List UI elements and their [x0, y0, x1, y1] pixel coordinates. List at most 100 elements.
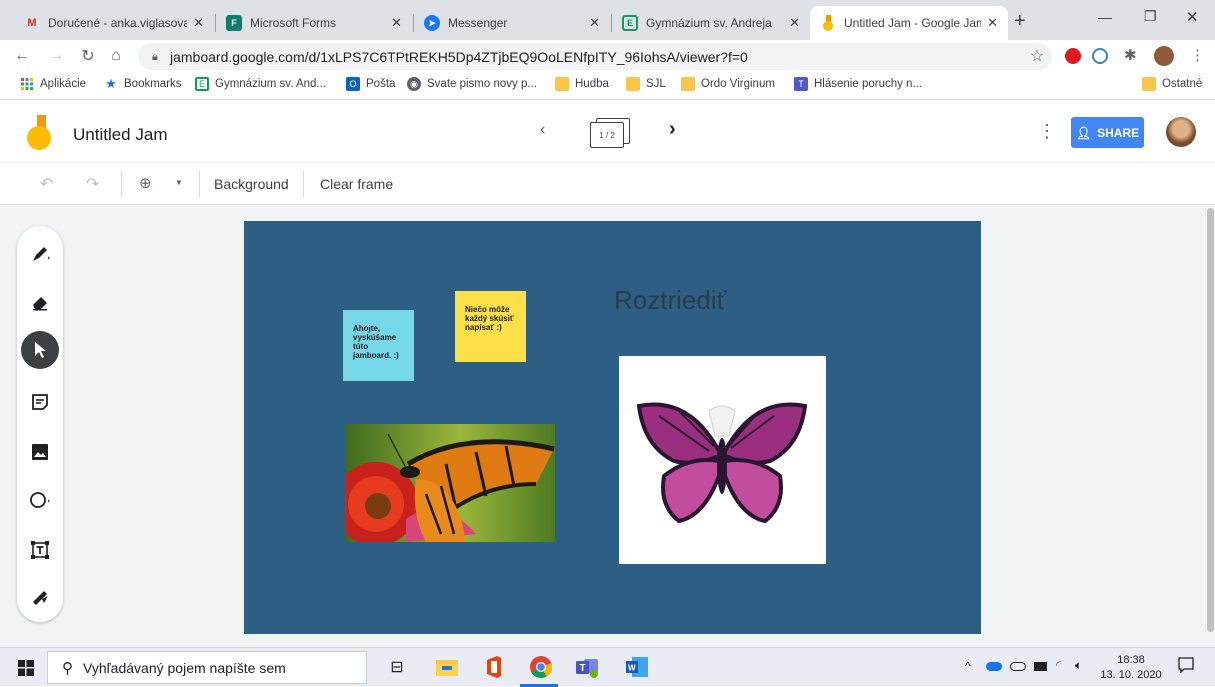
close-icon[interactable]: ✕ [391, 15, 402, 31]
undo-icon[interactable]: ↶ [40, 174, 53, 194]
opera-extension-icon[interactable] [1065, 48, 1081, 64]
select-tool[interactable] [21, 331, 59, 369]
next-frame-icon[interactable]: › [669, 118, 676, 141]
windows-taskbar: ⚲ Vyhľadávaný pojem napíšte sem ⊟ T W ^ … [0, 647, 1215, 687]
clock-time[interactable]: 18:38 [1101, 654, 1161, 666]
monarch-butterfly-image[interactable] [346, 424, 555, 542]
close-icon[interactable]: ✕ [589, 15, 600, 31]
bookmark-hudba[interactable]: Hudba [555, 77, 609, 91]
window-close-icon[interactable]: ✕ [1186, 8, 1199, 26]
home-icon[interactable]: ⌂ [104, 44, 128, 68]
sticky-note-tool[interactable] [21, 383, 59, 421]
tool-palette [17, 226, 63, 622]
eraser-tool[interactable] [21, 283, 59, 321]
redo-icon[interactable]: ↷ [86, 174, 99, 194]
sticky-note-yellow[interactable]: Niečo môže každý skúsiť napísať :) [455, 291, 526, 362]
word-icon[interactable]: W [624, 654, 650, 680]
folder-icon [681, 77, 695, 91]
tab-title: Microsoft Forms [250, 16, 337, 30]
pen-tool[interactable] [21, 235, 59, 273]
bookmark-hlasenie[interactable]: T Hlásenie poruchy n... [794, 77, 922, 91]
close-icon[interactable]: ✕ [193, 15, 204, 31]
pen-icon [33, 247, 50, 261]
clock-date[interactable]: 13. 10. 2020 [1098, 669, 1164, 681]
chevron-down-icon[interactable]: ▼ [175, 178, 183, 187]
tab-messenger[interactable]: ➤ Messenger ✕ [414, 6, 610, 40]
new-tab-button[interactable]: + [1014, 10, 1026, 33]
star-icon: ★ [105, 76, 117, 91]
minimize-icon[interactable]: — [1098, 9, 1112, 25]
close-icon[interactable]: ✕ [789, 15, 800, 31]
teams-icon[interactable]: T [575, 654, 601, 680]
file-explorer-icon[interactable] [434, 654, 460, 680]
office-icon[interactable] [481, 654, 507, 680]
windows-start-icon[interactable] [18, 660, 34, 681]
more-options-icon[interactable]: ⋮ [1038, 121, 1056, 142]
url-field[interactable]: 🔒︎ jamboard.google.com/d/1xLPS7C6TPtREKH… [138, 43, 1052, 70]
onedrive-icon[interactable] [986, 662, 1002, 671]
svg-text:T: T [580, 663, 586, 674]
bookmark-posta[interactable]: O Pošta [346, 77, 395, 91]
account-avatar[interactable] [1166, 117, 1196, 147]
reload-icon[interactable]: ↻ [76, 44, 100, 68]
tab-edupage[interactable]: E Gymnázium sv. Andreja ✕ [612, 6, 810, 40]
prev-frame-icon[interactable]: ‹ [540, 121, 545, 139]
url-text: jamboard.google.com/d/1xLPS7C6TPtREKH5Dp… [170, 48, 748, 65]
extensions-puzzle-icon[interactable]: ✱ [1124, 46, 1137, 64]
jam-toolbar: ↶ ↷ ⊕ ▼ Background Clear frame [0, 163, 1215, 205]
eraser-icon [33, 297, 47, 311]
search-icon: ⚲ [62, 659, 73, 677]
cursor-arrow-icon [35, 342, 46, 358]
bookmark-star-icon[interactable]: ☆ [1025, 44, 1049, 68]
bookmark-svate-pismo[interactable]: ◉ Svate pismo novy p... [407, 77, 537, 91]
tab-jamboard[interactable]: Untitled Jam - Google Jamboard ✕ [810, 6, 1008, 40]
browser-menu-icon[interactable]: ⋮ [1190, 46, 1205, 64]
restore-icon[interactable]: ❐ [1144, 8, 1157, 25]
taskbar-search[interactable]: ⚲ Vyhľadávaný pojem napíšte sem [47, 651, 367, 684]
pink-butterfly-image[interactable] [619, 356, 826, 564]
profile-avatar[interactable] [1154, 46, 1174, 66]
canvas-heading[interactable]: Roztriediť [614, 285, 726, 316]
notification-icon[interactable] [1178, 657, 1194, 678]
back-icon[interactable]: ← [10, 44, 34, 68]
bookmark-label: Gymnázium sv. And... [215, 78, 326, 90]
laser-tool[interactable] [21, 579, 59, 617]
frame-bar-button[interactable]: 1 / 2 [590, 118, 630, 148]
bookmark-label: Bookmarks [124, 78, 182, 90]
bookmark-label: Hlásenie poruchy n... [814, 78, 923, 90]
extension-icon[interactable] [1092, 48, 1108, 64]
chrome-icon[interactable] [528, 654, 554, 680]
bookmarks-bar: Aplikácie ★ Bookmarks E Gymnázium sv. An… [0, 72, 1215, 100]
bookmark-ordo-virginum[interactable]: Ordo Virginum [681, 77, 775, 91]
shape-tool[interactable] [21, 481, 59, 519]
sticky-note-blue[interactable]: Ahojte, vyskúšame túto jamboard. :) [343, 310, 414, 381]
bookmark-gymnazium[interactable]: E Gymnázium sv. And... [195, 77, 326, 91]
image-icon [32, 444, 48, 460]
task-view-icon[interactable]: ⊟ [384, 654, 410, 680]
bookmark-apps[interactable]: Aplikácie [20, 77, 86, 91]
clear-frame-button[interactable]: Clear frame [320, 176, 393, 192]
jam-title[interactable]: Untitled Jam [73, 125, 167, 145]
bookmark-bookmarks[interactable]: ★ Bookmarks [104, 76, 182, 91]
frame-counter: 1 / 2 [590, 122, 624, 148]
close-icon[interactable]: ✕ [987, 15, 998, 31]
jam-canvas[interactable]: Roztriediť Ahojte, vyskúšame túto jamboa… [244, 221, 981, 634]
share-button[interactable]: 👤︎ SHARE [1071, 117, 1144, 148]
background-button[interactable]: Background [214, 176, 289, 192]
cloud-icon[interactable] [1010, 662, 1026, 671]
chevron-up-icon[interactable]: ^ [965, 659, 971, 673]
gmail-icon: M [27, 17, 37, 29]
tab-gmail[interactable]: M Doručené - anka.viglasova@ ✕ [14, 6, 214, 40]
volume-icon[interactable]: 🔈︎ [1075, 658, 1082, 673]
image-tool[interactable] [21, 433, 59, 471]
wifi-icon[interactable]: ◜ [1056, 658, 1061, 672]
tab-forms[interactable]: F Microsoft Forms ✕ [216, 6, 412, 40]
search-placeholder: Vyhľadávaný pojem napíšte sem [83, 659, 286, 676]
bookmark-other[interactable]: Ostatné [1142, 77, 1202, 91]
zoom-icon[interactable]: ⊕ [139, 174, 152, 192]
bookmark-sjl[interactable]: SJL [626, 77, 666, 91]
battery-icon[interactable] [1034, 662, 1047, 671]
scrollbar-thumb[interactable] [1207, 208, 1214, 632]
forward-icon[interactable]: → [44, 44, 68, 68]
text-box-tool[interactable] [21, 531, 59, 569]
